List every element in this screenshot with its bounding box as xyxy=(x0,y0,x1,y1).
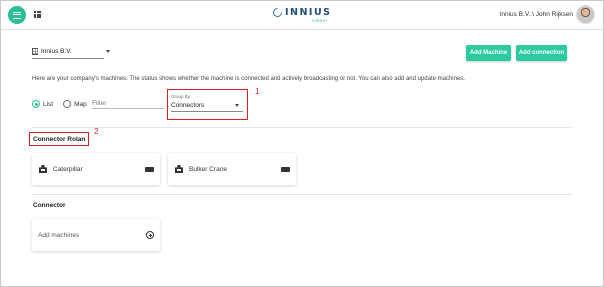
add-machines-label: Add machines xyxy=(38,231,80,239)
info-text: Here are your company's machines. The st… xyxy=(32,76,465,82)
section-title: Connector Rolan xyxy=(33,136,86,143)
logo-subtitle: Admin xyxy=(312,18,328,23)
innius-logo[interactable]: INNIUS Admin xyxy=(271,6,332,25)
apps-grid-icon[interactable] xyxy=(34,11,41,18)
status-badge-icon xyxy=(281,166,290,172)
annotation-marker-1: 1 xyxy=(255,87,260,96)
avatar[interactable] xyxy=(576,5,595,24)
machine-name: Caterpillar xyxy=(53,165,83,173)
machine-name: Bulker Crane xyxy=(189,165,227,173)
menu-button[interactable] xyxy=(8,6,26,24)
map-radio-label[interactable]: Map xyxy=(74,101,87,108)
add-circle-icon[interactable] xyxy=(146,231,154,239)
map-radio[interactable] xyxy=(63,100,72,108)
list-radio-label[interactable]: List xyxy=(43,101,53,108)
chevron-down-icon[interactable] xyxy=(235,104,239,107)
machine-icon xyxy=(39,165,47,173)
view-toggle: List Map xyxy=(32,100,97,108)
machine-icon xyxy=(175,165,183,173)
section-divider xyxy=(32,194,572,195)
machine-card[interactable]: Bulker Crane xyxy=(168,153,296,185)
hamburger-icon xyxy=(13,11,21,19)
group-by-select[interactable]: Connectors xyxy=(171,102,204,109)
building-icon xyxy=(32,48,38,55)
company-select-underline xyxy=(32,58,104,59)
annotation-marker-2: 2 xyxy=(94,127,99,136)
add-machines-card[interactable]: Add machines xyxy=(32,219,160,251)
group-by-label: Group By xyxy=(171,94,191,99)
top-bar: INNIUS Admin Innius B.V. \ John Rijksen xyxy=(1,1,603,30)
add-machine-button[interactable]: Add Machine xyxy=(466,45,511,61)
status-badge-icon xyxy=(145,166,154,172)
section-title: Connector xyxy=(33,202,66,209)
list-radio[interactable] xyxy=(32,100,40,108)
user-name[interactable]: Innius B.V. \ John Rijksen xyxy=(500,11,573,18)
machine-card[interactable]: Caterpillar xyxy=(32,153,160,185)
section-divider xyxy=(32,127,572,128)
chevron-down-icon xyxy=(105,50,110,53)
company-select-value: Innius B.V. xyxy=(41,48,72,55)
logo-text: INNIUS xyxy=(285,7,332,18)
company-select[interactable]: Innius B.V. xyxy=(32,48,110,55)
filter-input[interactable] xyxy=(92,100,164,109)
add-connection-button[interactable]: Add connection xyxy=(516,45,567,61)
logo-mark-icon xyxy=(271,6,284,19)
group-by-underline xyxy=(171,111,243,112)
